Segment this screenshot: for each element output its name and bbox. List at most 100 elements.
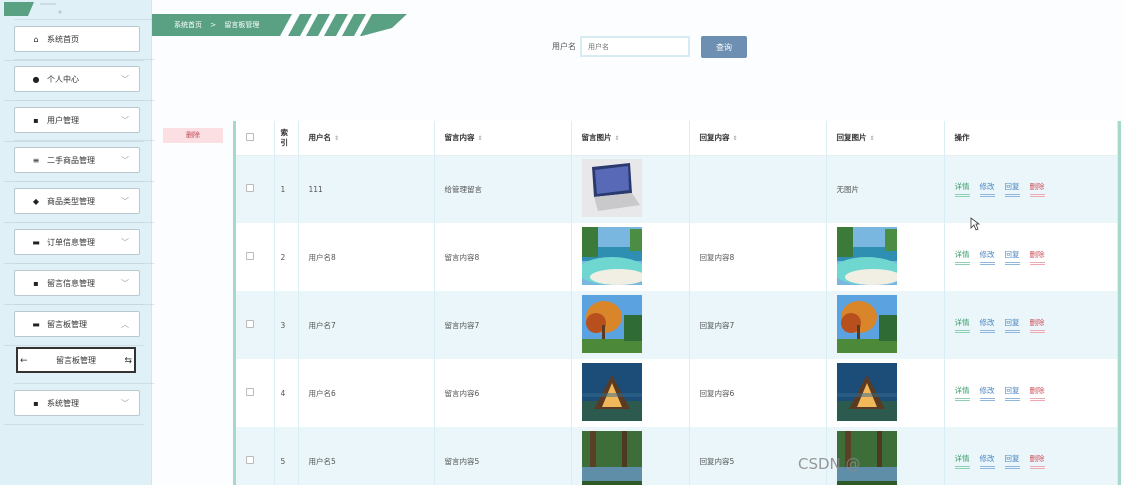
- search-label: 用户名: [552, 42, 576, 51]
- row-checkbox[interactable]: [246, 388, 254, 396]
- cell-username: 用户名5: [298, 427, 435, 485]
- message-image[interactable]: [581, 363, 642, 421]
- reply-link[interactable]: 回复: [1004, 249, 1020, 265]
- reply-link[interactable]: 回复: [1004, 453, 1020, 469]
- row-checkbox[interactable]: [246, 252, 254, 260]
- chevron-down-icon[interactable]: ﹀: [121, 115, 129, 126]
- grid-icon: ▪: [33, 115, 39, 125]
- message-image[interactable]: [836, 227, 897, 285]
- sidebar-item[interactable]: ▬ 订单信息管理 ﹀: [14, 229, 140, 255]
- row-checkbox[interactable]: [246, 456, 254, 464]
- cell-content: 留言内容6: [434, 359, 572, 427]
- chevron-down-icon[interactable]: ﹀: [121, 74, 129, 85]
- detail-link[interactable]: 详情: [954, 181, 970, 198]
- delete-link[interactable]: 删除: [1029, 385, 1045, 401]
- row-select[interactable]: [236, 155, 275, 223]
- sort-icon[interactable]: ⇕: [334, 135, 339, 142]
- sidebar-item-label: 订单信息管理: [47, 237, 95, 247]
- cell-content: 给管理留言: [434, 155, 572, 223]
- message-image[interactable]: [581, 227, 642, 285]
- chevron-down-icon[interactable]: ﹀: [121, 155, 129, 166]
- delete-link[interactable]: 删除: [1029, 317, 1045, 333]
- header-username[interactable]: 用户名 ⇕: [298, 121, 435, 156]
- sidebar-item[interactable]: ≡ 二手商品管理 ﹀: [14, 147, 140, 173]
- delete-link[interactable]: 删除: [1029, 249, 1045, 265]
- message-image[interactable]: [836, 363, 897, 421]
- grid-icon: ▪: [33, 278, 39, 288]
- chevron-down-icon[interactable]: ﹀: [121, 398, 129, 409]
- chevron-down-icon[interactable]: ﹀: [121, 196, 129, 207]
- edit-link[interactable]: 修改: [979, 453, 995, 469]
- arrow-right-icon: ⇆: [124, 356, 132, 366]
- reply-link[interactable]: 回复: [1004, 181, 1020, 198]
- mouse-cursor-icon: [970, 217, 980, 231]
- sidebar-item-label: 系统首页: [47, 34, 79, 44]
- search-button[interactable]: 查询: [701, 36, 747, 58]
- header-index[interactable]: 索 引: [274, 121, 299, 156]
- header-reply-image[interactable]: 回复图片 ⇕: [826, 121, 945, 156]
- cell-username: 用户名8: [298, 223, 435, 291]
- row-select[interactable]: [236, 427, 275, 485]
- row-checkbox[interactable]: [246, 184, 254, 193]
- cell-index: 5: [274, 427, 299, 485]
- cell-reply-image: 无图片: [826, 155, 945, 223]
- sidebar-item[interactable]: ⌂ 系统首页: [14, 26, 140, 52]
- submenu-item-message-board[interactable]: ← 留言板管理 ⇆: [16, 347, 136, 373]
- row-select[interactable]: [236, 359, 275, 427]
- sidebar-item-label: 留言板管理: [47, 319, 87, 329]
- message-image[interactable]: [581, 159, 642, 218]
- edit-link[interactable]: 修改: [979, 385, 995, 401]
- edit-link[interactable]: 修改: [979, 317, 995, 333]
- submenu-item-label: 留言板管理: [56, 355, 96, 365]
- cell-index: 4: [274, 359, 299, 427]
- detail-link[interactable]: 详情: [954, 453, 970, 469]
- reply-link[interactable]: 回复: [1004, 385, 1020, 401]
- batch-delete-button[interactable]: 删除: [163, 128, 223, 143]
- edit-link[interactable]: 修改: [979, 249, 995, 265]
- row-select[interactable]: [236, 223, 275, 291]
- cell-image: [571, 359, 690, 427]
- sidebar-item-label: 商品类型管理: [47, 196, 95, 206]
- sort-icon[interactable]: ⇕: [615, 135, 620, 142]
- chevron-up-icon[interactable]: ︿: [121, 319, 129, 330]
- chat-icon: ▬: [32, 319, 40, 329]
- chevron-down-icon[interactable]: ﹀: [121, 237, 129, 248]
- sidebar-item[interactable]: ▬ 留言板管理 ︿: [14, 311, 140, 337]
- sidebar-item[interactable]: ▪ 系统管理 ﹀: [14, 390, 140, 416]
- header-select-all[interactable]: [236, 121, 275, 156]
- cell-image: [571, 223, 690, 291]
- row-checkbox[interactable]: [246, 320, 254, 328]
- sidebar-item[interactable]: ▪ 留言信息管理 ﹀: [14, 270, 140, 296]
- cell-image: [571, 427, 690, 485]
- cell-index: 2: [274, 223, 299, 291]
- sidebar-item[interactable]: ● 个人中心 ﹀: [14, 66, 140, 92]
- detail-link[interactable]: 详情: [954, 317, 970, 333]
- delete-link[interactable]: 删除: [1029, 181, 1045, 198]
- sidebar-item[interactable]: ▪ 用户管理 ﹀: [14, 107, 140, 133]
- select-all-checkbox[interactable]: [246, 132, 254, 141]
- breadcrumb-home[interactable]: 系统首页: [174, 21, 202, 29]
- cell-reply: [689, 155, 827, 223]
- detail-link[interactable]: 详情: [954, 249, 970, 265]
- sort-icon[interactable]: ⇕: [478, 135, 483, 142]
- message-image[interactable]: [836, 295, 897, 353]
- cell-content: 留言内容7: [434, 291, 572, 359]
- reply-link[interactable]: 回复: [1004, 317, 1020, 333]
- header-index-line1: 索: [280, 127, 289, 137]
- detail-link[interactable]: 详情: [954, 385, 970, 401]
- sidebar-item[interactable]: ◆ 商品类型管理 ﹀: [14, 188, 140, 214]
- header-actions: 操作: [944, 121, 1118, 156]
- sort-icon[interactable]: ⇕: [870, 135, 875, 142]
- sort-icon[interactable]: ⇕: [733, 135, 738, 142]
- breadcrumb-current: 留言板管理: [224, 21, 260, 29]
- message-image[interactable]: [581, 295, 642, 353]
- row-select[interactable]: [236, 291, 275, 359]
- chevron-down-icon[interactable]: ﹀: [121, 278, 129, 289]
- search-input[interactable]: [580, 36, 690, 57]
- message-image[interactable]: [581, 431, 642, 485]
- edit-link[interactable]: 修改: [979, 181, 995, 198]
- header-content[interactable]: 留言内容 ⇕: [434, 121, 572, 156]
- header-image[interactable]: 留言图片 ⇕: [571, 121, 690, 156]
- delete-link[interactable]: 删除: [1029, 453, 1045, 469]
- header-reply[interactable]: 回复内容 ⇕: [689, 121, 827, 156]
